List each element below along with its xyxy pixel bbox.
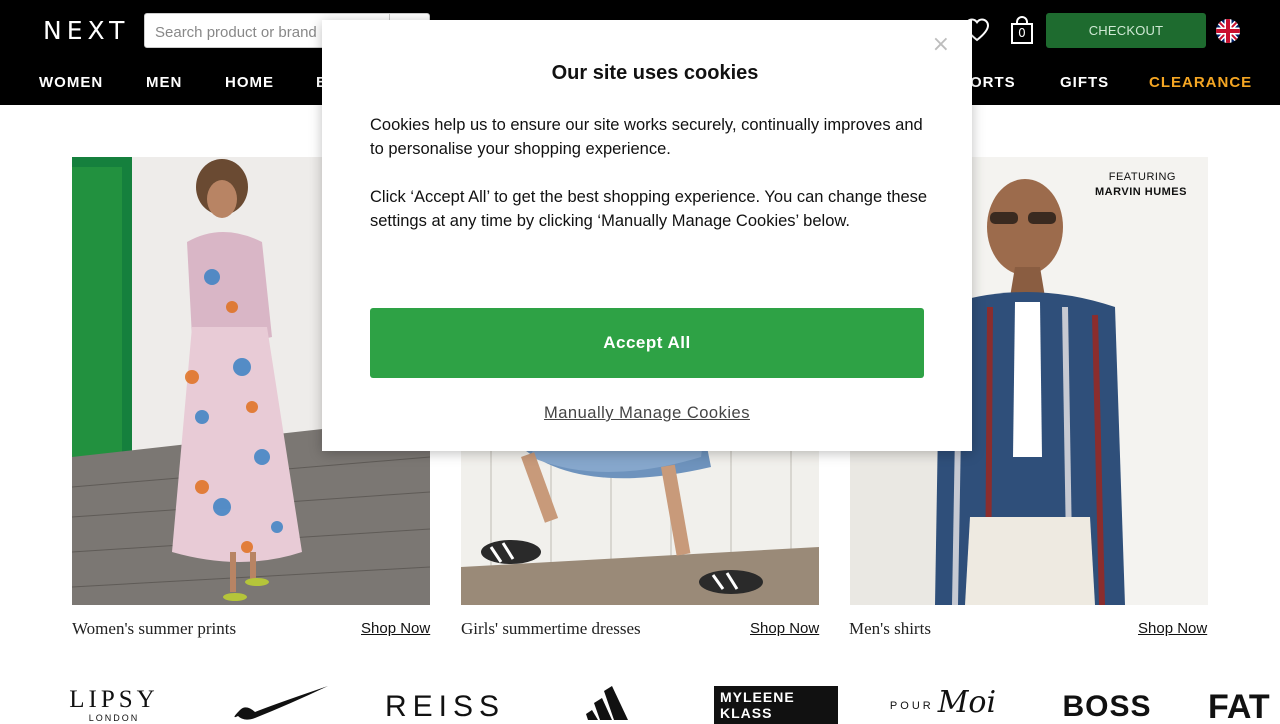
brand-lipsy[interactable]: LIPSY LONDON	[62, 684, 166, 724]
bag-count: 0	[1018, 26, 1026, 40]
accept-all-button[interactable]: Accept All	[370, 308, 924, 378]
next-logo[interactable]: NEXT	[43, 16, 129, 45]
tile-overlay-name: MARVIN HUMES	[1095, 186, 1187, 198]
brand-reiss-name: REISS	[384, 690, 506, 723]
manage-cookies-link[interactable]: Manually Manage Cookies	[322, 404, 972, 423]
uk-flag-icon[interactable]	[1216, 19, 1240, 43]
tile-caption: Men's shirts	[849, 619, 931, 638]
cookie-modal: × Our site uses cookies Cookies help us …	[322, 20, 972, 451]
brand-adidas[interactable]	[570, 684, 650, 720]
brand-partial-name: FAT	[1208, 687, 1270, 721]
checkout-button[interactable]: CHECKOUT	[1046, 13, 1206, 48]
tile-caption: Girls' summertime dresses	[461, 619, 641, 638]
brand-partial[interactable]: FAT	[1208, 684, 1280, 721]
brand-myleene-klass[interactable]: MYLEENE KLASS	[714, 684, 838, 724]
brand-reiss[interactable]: REISS	[378, 684, 512, 723]
shop-now-link[interactable]: Shop Now	[361, 620, 430, 637]
nav-item-home[interactable]: HOME	[225, 74, 274, 91]
nav-item-women[interactable]: WOMEN	[39, 74, 103, 91]
adidas-logo-icon	[586, 686, 628, 720]
tile-overlay-featuring: FEATURING	[1108, 171, 1176, 183]
cookie-modal-paragraph: Cookies help us to ensure our site works…	[370, 116, 923, 158]
shop-now-link[interactable]: Shop Now	[750, 620, 819, 637]
shop-now-link[interactable]: Shop Now	[1138, 620, 1207, 637]
shopping-bag-icon[interactable]: 0	[1008, 16, 1036, 46]
nav-item-gifts[interactable]: GIFTS	[1060, 74, 1109, 91]
tile-caption: Women's summer prints	[72, 619, 237, 638]
brand-myleene-name: MYLEENE KLASS	[714, 686, 838, 724]
brand-lipsy-sub: LONDON	[88, 713, 140, 723]
nike-swoosh-icon	[234, 686, 328, 720]
close-icon[interactable]: ×	[932, 32, 950, 57]
brand-pour-label: POUR	[889, 700, 934, 712]
brand-boss-name: BOSS	[1062, 690, 1152, 723]
brand-moi-label: Moi	[937, 684, 997, 720]
brand-pour-moi[interactable]: POUR Moi	[888, 684, 998, 720]
brand-lipsy-name: LIPSY	[69, 686, 159, 713]
cookie-modal-title: Our site uses cookies	[551, 62, 759, 84]
nav-item-clearance[interactable]: CLEARANCE	[1149, 74, 1252, 91]
nav-item-men[interactable]: MEN	[146, 74, 182, 91]
brand-boss[interactable]: BOSS	[1058, 684, 1156, 723]
cookie-modal-paragraph: Click ‘Accept All’ to get the best shopp…	[370, 188, 928, 230]
brand-nike[interactable]	[228, 684, 332, 720]
